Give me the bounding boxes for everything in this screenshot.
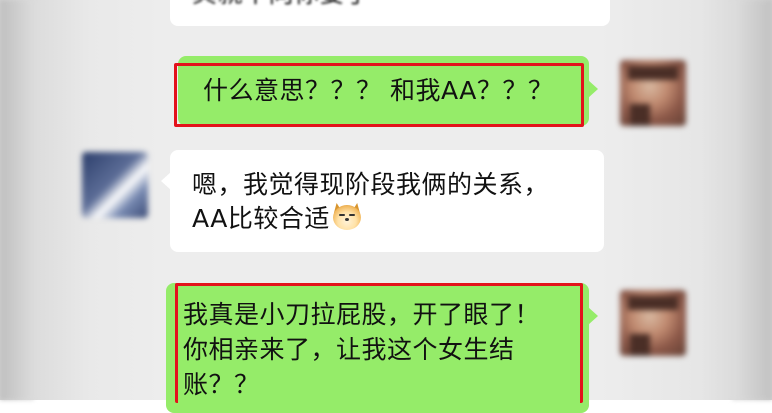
message-bubble-incoming[interactable]: 嗯，我觉得现阶段我俩的关系， AA比较合适 — [161, 150, 604, 252]
message-text: AA比较合适 — [192, 204, 330, 233]
self-avatar[interactable] — [620, 60, 686, 126]
highlight-frame — [175, 283, 583, 403]
self-avatar[interactable] — [620, 290, 686, 356]
message-text-line-2: AA比较合适 — [192, 201, 362, 236]
message-bubble-incoming[interactable]: 其就不向你要了 — [170, 0, 610, 26]
blurred-edge-left — [0, 0, 34, 400]
message-text: 其就不向你要了 — [192, 0, 371, 11]
contact-avatar[interactable] — [82, 152, 148, 218]
highlight-frame — [174, 63, 584, 127]
blurred-edge-right — [732, 0, 772, 400]
doge-emoji-icon — [332, 203, 362, 231]
message-text-line-1: 嗯，我觉得现阶段我俩的关系， — [192, 170, 550, 199]
